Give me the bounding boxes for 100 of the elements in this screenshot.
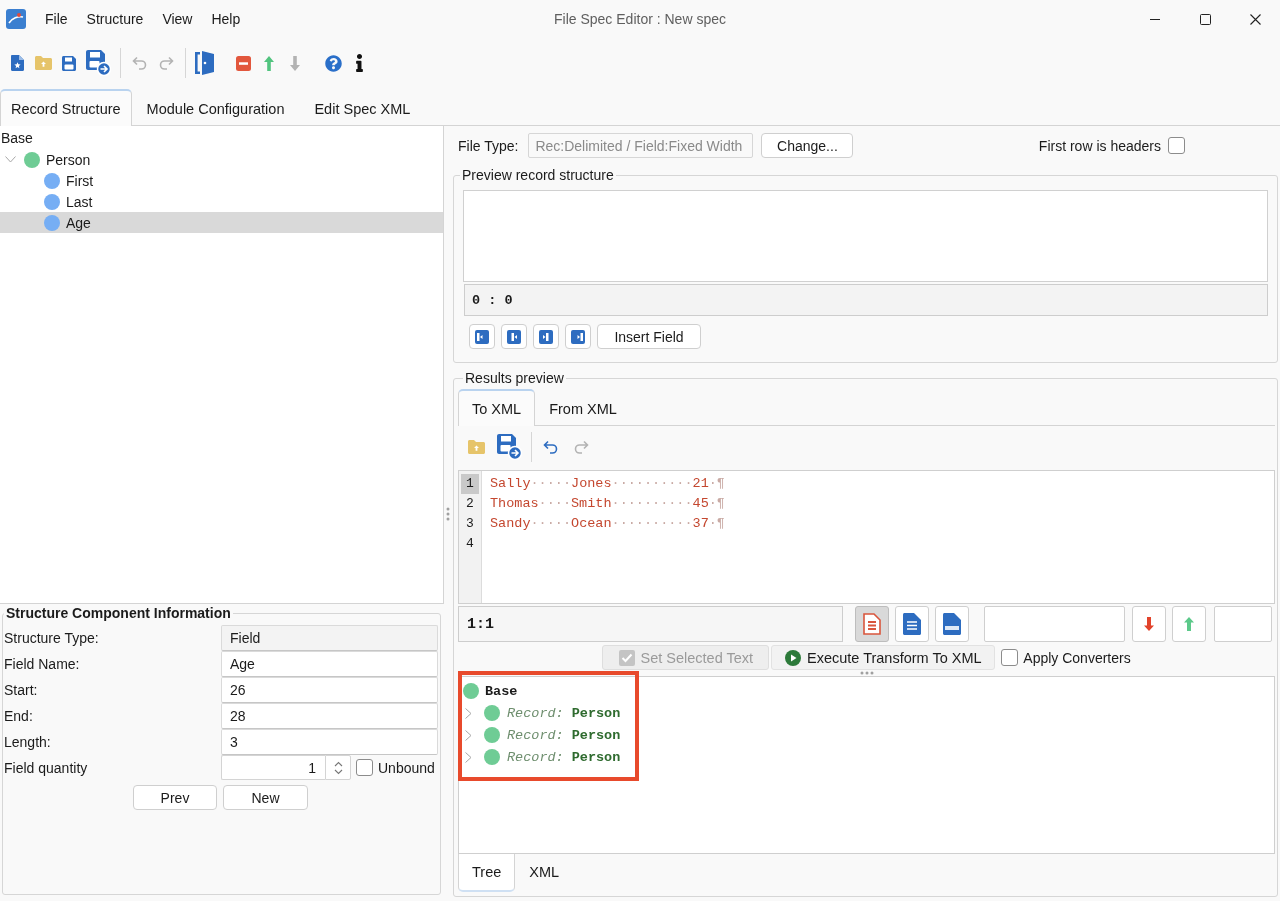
tree-root-label[interactable]: Base (0, 128, 33, 149)
circle-icon (24, 151, 40, 168)
circle-icon (44, 193, 60, 210)
input-field[interactable]: 28 (221, 703, 438, 729)
window-title: File Spec Editor : New spec (554, 11, 726, 27)
document-icon (903, 613, 921, 635)
line-number: 4 (465, 535, 475, 553)
spin-arrows-icon (333, 760, 343, 775)
circle-icon (44, 172, 60, 189)
line-number: 2 (465, 495, 475, 513)
field-label: Field quantity (3, 759, 88, 776)
undo-icon (543, 440, 559, 454)
input-field[interactable]: 26 (221, 677, 438, 703)
position-display: 0 : 0 (464, 284, 1268, 316)
tree-item[interactable]: Record: Person (459, 702, 625, 724)
line-number: 3 (465, 515, 475, 533)
help-icon (324, 54, 342, 72)
checkbox-label: Unbound (378, 759, 435, 776)
circle-icon (484, 727, 500, 743)
menu-item[interactable]: Help (211, 11, 241, 27)
input-field[interactable]: 3 (221, 729, 438, 755)
tree-item[interactable]: Person (0, 149, 443, 170)
grip-icon (859, 671, 874, 675)
field-label: Start: (3, 682, 38, 698)
group-title: Structure Component Information (5, 605, 232, 621)
field-label: Length: (3, 734, 51, 750)
field-label: Field Name: (3, 656, 80, 672)
tool-button[interactable] (501, 324, 527, 349)
circle-icon (44, 214, 60, 231)
tool-button[interactable] (565, 324, 591, 349)
checkbox-icon (618, 649, 635, 666)
checkbox[interactable] (1001, 649, 1019, 666)
minimize-icon (1150, 18, 1160, 20)
tab[interactable]: XML (515, 854, 574, 892)
spin-button[interactable] (325, 755, 351, 780)
circle-icon (463, 683, 479, 699)
cursor-position: 1:1 (458, 606, 843, 642)
down-arrow-icon (290, 55, 300, 71)
input-field[interactable]: Field (221, 625, 438, 651)
folder-icon (34, 56, 52, 70)
arrow-button[interactable] (1172, 606, 1206, 642)
code-line: Sandy·····Ocean··········37·¶ (490, 515, 725, 533)
up-arrow-icon (264, 55, 274, 71)
group-title: Preview record structure (461, 167, 615, 183)
insert-field-button[interactable]: Insert Field (597, 324, 701, 349)
field-label: Structure Type: (3, 630, 99, 646)
play-icon (785, 649, 801, 666)
undo-icon (132, 56, 148, 70)
html-document-icon (943, 613, 961, 635)
checkbox[interactable] (356, 759, 373, 776)
input-field[interactable] (1214, 606, 1272, 642)
menu-item[interactable]: File (45, 11, 68, 27)
form-button[interactable]: Prev (133, 785, 217, 810)
field-label: End: (3, 708, 33, 724)
tab[interactable]: From XML (535, 389, 631, 426)
line-number: 1 (461, 474, 479, 494)
arrow-button[interactable] (1132, 606, 1166, 642)
tool-button[interactable] (533, 324, 559, 349)
menu-item[interactable]: View (162, 11, 193, 27)
view-button[interactable] (935, 606, 969, 642)
down-arrow-icon (1144, 617, 1154, 631)
tree-item[interactable]: Record: Person (459, 746, 625, 768)
info-icon (355, 54, 363, 72)
document-icon (10, 55, 24, 71)
minus-icon (235, 55, 251, 71)
tab[interactable]: Module Configuration (131, 89, 300, 126)
tree-item[interactable]: Record: Person (459, 724, 625, 746)
grip-icon (446, 506, 450, 521)
form-button[interactable]: New (223, 785, 308, 810)
tree-item[interactable]: Age (0, 212, 443, 233)
maximize-icon (1199, 13, 1211, 25)
view-button[interactable] (855, 606, 889, 642)
close-icon (1249, 13, 1261, 25)
tree-item[interactable]: Base (459, 680, 522, 702)
tab[interactable]: Record Structure (0, 89, 132, 126)
door-icon (195, 50, 215, 76)
floppy-disk-arrow-icon (85, 50, 111, 76)
folder-icon (467, 440, 485, 454)
field-label: File Type: (457, 137, 519, 154)
floppy-disk-arrow-icon (496, 434, 522, 460)
tree-item[interactable]: First (0, 170, 443, 191)
code-line: Sally·····Jones··········21·¶ (490, 475, 725, 493)
input-field[interactable] (984, 606, 1125, 642)
code-line: Thomas····Smith··········45·¶ (490, 495, 725, 513)
redo-icon (573, 440, 589, 454)
menu-item[interactable]: Structure (86, 11, 144, 27)
tool-button[interactable] (469, 324, 495, 349)
code-editor[interactable]: 1 2 3 4 Sally·····Jones··········21·¶ Thomas····Smith··········45·¶ Sandy·····Ocean··········37·¶ (458, 470, 1275, 604)
circle-icon (484, 705, 500, 721)
execute-button[interactable]: Execute Transform To XML (771, 645, 996, 670)
input-field[interactable]: Age (221, 651, 438, 677)
tab[interactable]: Tree (458, 854, 516, 892)
number-field[interactable]: 1 (221, 755, 325, 780)
tab[interactable]: To XML (458, 389, 536, 426)
tree-item[interactable]: Last (0, 191, 443, 212)
group-title: Results preview (464, 370, 565, 386)
tab[interactable]: Edit Spec XML (299, 89, 426, 126)
app-icon (6, 9, 26, 29)
view-button[interactable] (895, 606, 929, 642)
checkbox-label: First row is headers (1038, 137, 1161, 154)
